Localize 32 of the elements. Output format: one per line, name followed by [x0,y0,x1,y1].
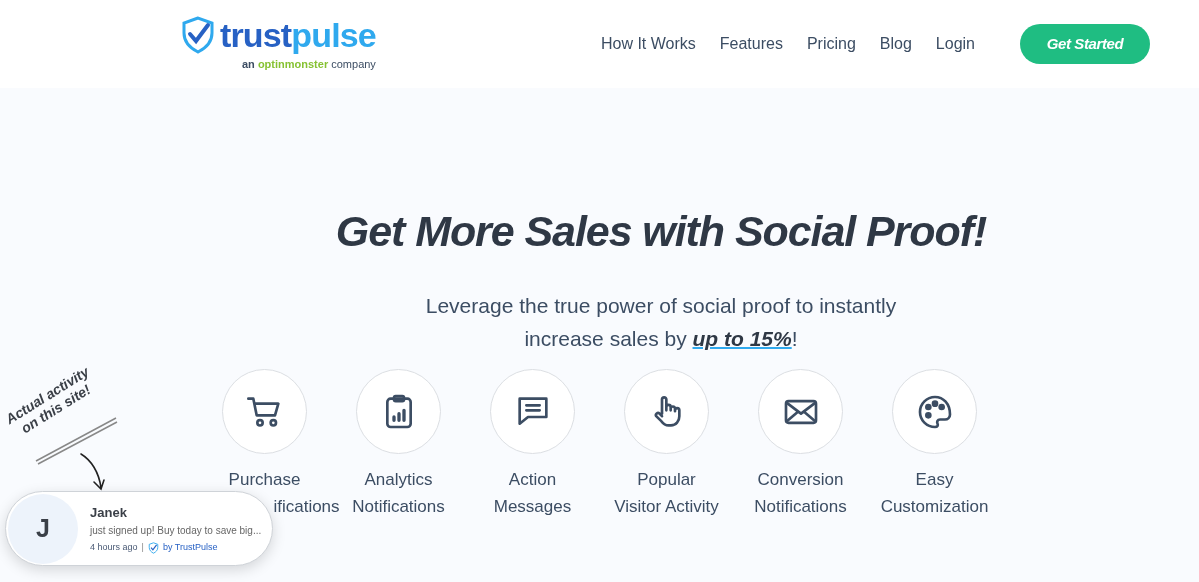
popup-name: Janek [90,503,128,522]
nav-link[interactable]: Features [719,32,783,56]
logo-wordmark[interactable]: trustpulse [220,17,376,52]
activity-popup[interactable]: J Janek just signed up! Buy today to save big... 4 hours ago | by TrustPulse [5,491,273,566]
hero-subtitle: increase sales by up to 15%! [524,326,798,352]
avatar: J [8,493,78,564]
hero-title: Get More Sales with Social Proof! [335,210,987,253]
feature-label: Purchase [228,469,301,491]
nav-link[interactable]: Pricing [806,32,856,56]
feature-label: Notifications [754,496,847,518]
shield-check-icon [147,541,159,554]
popup-separator: | [141,541,144,554]
feature-label: Customization [880,496,989,518]
popup-time: 4 hours ago [90,541,138,554]
feature-label: Conversion [757,469,844,491]
trustpulse-link[interactable]: by TrustPulse [162,541,218,555]
hero-subtitle: Leverage the true power of social proof to instantly [425,293,897,319]
shield-check-icon [180,15,216,54]
feature-label: ifications [272,496,340,518]
popup-message: just signed up! Buy today to save big... [90,524,262,538]
feature-label: Visitor Activity [614,496,719,518]
feature-label: Notifications [352,496,445,518]
feature-label: Messages [493,496,572,518]
logo-tagline: an optinmonster company [242,56,376,72]
feature-label: Easy [915,469,954,491]
feature-label: Popular [637,469,696,491]
curved-arrow [78,452,106,492]
nav-link[interactable]: Login [935,32,975,56]
feature-label: Action [508,469,557,491]
feature-label: Analytics [364,469,433,491]
nav-link[interactable]: Blog [879,32,912,56]
nav-link[interactable]: How It Works [600,32,696,56]
